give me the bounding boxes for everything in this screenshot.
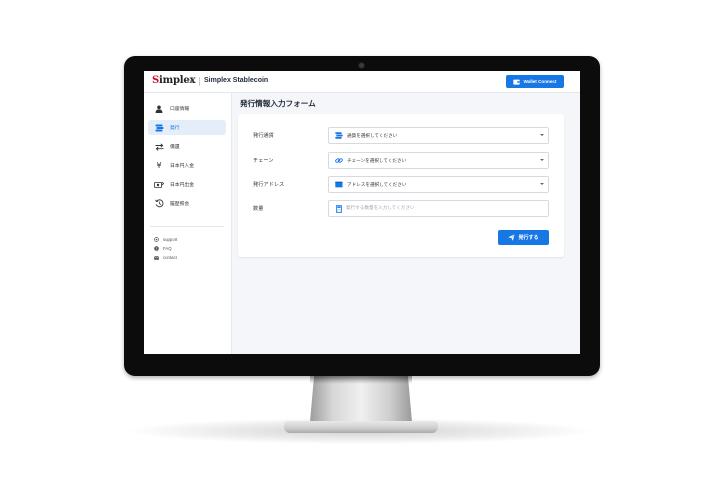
currency-select-value: 通貨を選択してください: [347, 133, 398, 139]
yen-icon: ¥: [156, 161, 162, 170]
chain-select[interactable]: チェーンを選択してください: [328, 152, 549, 169]
support-link-label: support: [163, 237, 178, 242]
sidebar-divider: [150, 226, 224, 227]
currency-label: 発行通貨: [253, 133, 274, 139]
sidebar-item-jpy-withdraw[interactable]: 日本円出金: [148, 177, 226, 192]
link-icon: [333, 157, 344, 164]
user-icon: [148, 105, 170, 113]
stage: Simplex Inc. Simplex Stablecoin Wallet C…: [0, 0, 720, 480]
transfer-arrows-icon: [148, 142, 170, 151]
address-select[interactable]: アドレスを選択してください: [328, 176, 549, 193]
sidebar-item-redeem[interactable]: 償還: [148, 139, 226, 154]
address-select-value: アドレスを選択してください: [347, 182, 407, 188]
calculator-icon: [333, 204, 344, 213]
amount-input[interactable]: [346, 202, 541, 215]
chain-select-value: チェーンを選択してください: [347, 158, 407, 164]
coins-icon: [148, 124, 170, 132]
amount-label: 数量: [253, 206, 264, 212]
send-icon: [508, 234, 516, 241]
sidebar-link-faq[interactable]: ? FAQ: [154, 245, 172, 252]
sidebar-link-support[interactable]: support: [154, 236, 177, 243]
monitor-stand-shade: [310, 376, 412, 384]
app-header: Simplex Inc. Simplex Stablecoin Wallet C…: [144, 71, 580, 93]
sidebar-item-label: 発行: [170, 126, 180, 131]
sidebar-item-jpy-deposit[interactable]: ¥ 日本円入金: [148, 158, 226, 173]
mail-icon: [154, 255, 159, 260]
chain-label: チェーン: [253, 158, 274, 164]
wallet-icon: [513, 79, 521, 85]
svg-text:?: ?: [156, 247, 158, 251]
question-icon: ?: [154, 246, 159, 251]
contact-link-label: contact: [163, 255, 177, 260]
money-out-icon: [148, 181, 170, 189]
faq-link-label: FAQ: [163, 246, 172, 251]
history-icon: [148, 199, 170, 208]
currency-select[interactable]: 通貨を選択してください: [328, 127, 549, 144]
sidebar-item-label: 履歴照会: [170, 202, 190, 207]
sidebar: 口座情報 発行 償還 ¥ 日本円入金 日本円出金 履歴照会 support ? …: [144, 93, 232, 354]
webcam: [358, 62, 365, 69]
page-title: 発行情報入力フォーム: [240, 99, 316, 108]
sidebar-item-label: 日本円出金: [170, 183, 194, 188]
logo-inc: Inc.: [187, 78, 195, 83]
sidebar-link-contact[interactable]: contact: [154, 254, 177, 261]
amount-field[interactable]: [328, 200, 549, 217]
chevron-down-icon: [540, 134, 544, 136]
issue-submit-button[interactable]: 発行する: [498, 230, 549, 245]
chevron-down-icon: [540, 183, 544, 185]
app-title: Simplex Stablecoin: [204, 77, 269, 84]
support-icon: [154, 237, 159, 242]
wallet-connect-label: Wallet Connect: [523, 79, 557, 84]
issue-submit-label: 発行する: [518, 235, 539, 241]
coins-icon: [333, 132, 344, 139]
sidebar-item-issue[interactable]: 発行: [148, 120, 226, 135]
monitor-stand-base: [284, 421, 438, 433]
sidebar-item-label: 日本円入金: [170, 164, 194, 169]
wallet-icon: [333, 181, 344, 188]
app-screen: Simplex Inc. Simplex Stablecoin Wallet C…: [144, 71, 580, 354]
header-divider: [199, 77, 200, 86]
chevron-down-icon: [540, 159, 544, 161]
wallet-connect-button[interactable]: Wallet Connect: [506, 75, 564, 88]
address-label: 発行アドレス: [253, 182, 285, 188]
sidebar-item-label: 償還: [170, 145, 180, 150]
sidebar-item-account[interactable]: 口座情報: [148, 101, 226, 116]
issue-form-card: 発行通貨 通貨を選択してください チェーン チェーンを選択してください 発行アド…: [238, 114, 564, 257]
sidebar-item-history[interactable]: 履歴照会: [148, 196, 226, 211]
sidebar-item-label: 口座情報: [170, 107, 190, 112]
